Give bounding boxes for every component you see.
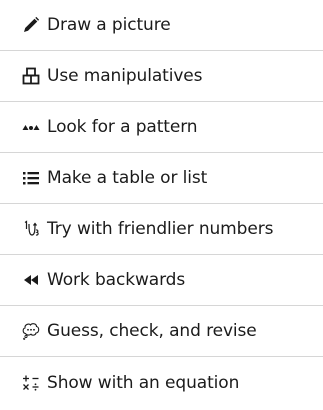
- strategy-label: Try with friendlier numbers: [47, 219, 274, 239]
- strategy-label: Guess, check, and revise: [47, 321, 257, 341]
- rewind-icon: [22, 271, 40, 289]
- pencil-icon: [22, 16, 40, 34]
- strategy-item-show-with-an-equation[interactable]: Show with an equation: [0, 357, 323, 408]
- strategy-item-use-manipulatives[interactable]: Use manipulatives: [0, 51, 323, 102]
- pattern-icon: [22, 118, 40, 136]
- strategy-label: Draw a picture: [47, 15, 171, 35]
- strategy-item-look-for-a-pattern[interactable]: Look for a pattern: [0, 102, 323, 153]
- thought-bubble-icon: [22, 322, 40, 340]
- strategy-item-work-backwards[interactable]: Work backwards: [0, 255, 323, 306]
- friendlier-numbers-icon: [22, 220, 40, 238]
- strategy-label: Work backwards: [47, 270, 186, 290]
- strategy-item-guess-check-and-revise[interactable]: Guess, check, and revise: [0, 306, 323, 357]
- list-icon: [22, 169, 40, 187]
- manipulatives-icon: [22, 67, 40, 85]
- strategy-label: Look for a pattern: [47, 117, 198, 137]
- strategy-label: Show with an equation: [47, 372, 240, 393]
- strategy-label: Make a table or list: [47, 168, 208, 188]
- strategy-item-try-with-friendlier-numbers[interactable]: Try with friendlier numbers: [0, 204, 323, 255]
- strategy-item-make-a-table-or-list[interactable]: Make a table or list: [0, 153, 323, 204]
- strategy-item-draw-a-picture[interactable]: Draw a picture: [0, 0, 323, 51]
- strategy-menu: Draw a picture Use manipulatives Look fo…: [0, 0, 323, 410]
- equation-icon: [22, 374, 40, 392]
- strategy-label: Use manipulatives: [47, 66, 203, 86]
